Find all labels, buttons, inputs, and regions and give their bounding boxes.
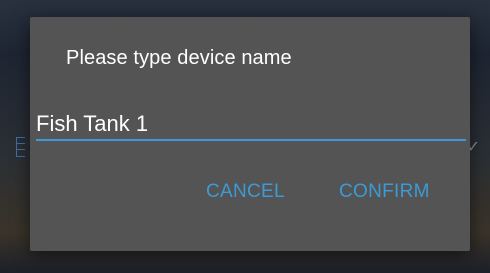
cancel-button[interactable]: CANCEL <box>206 181 285 203</box>
device-name-field[interactable]: Fish Tank 1 <box>36 103 466 143</box>
rename-device-dialog: Please type device name Fish Tank 1 CANC… <box>30 17 470 251</box>
device-name-input-value[interactable]: Fish Tank 1 <box>36 111 148 137</box>
input-underline <box>36 139 466 141</box>
dialog-title: Please type device name <box>66 47 292 69</box>
list-icon <box>16 137 25 157</box>
confirm-button[interactable]: CONFIRM <box>339 181 430 203</box>
